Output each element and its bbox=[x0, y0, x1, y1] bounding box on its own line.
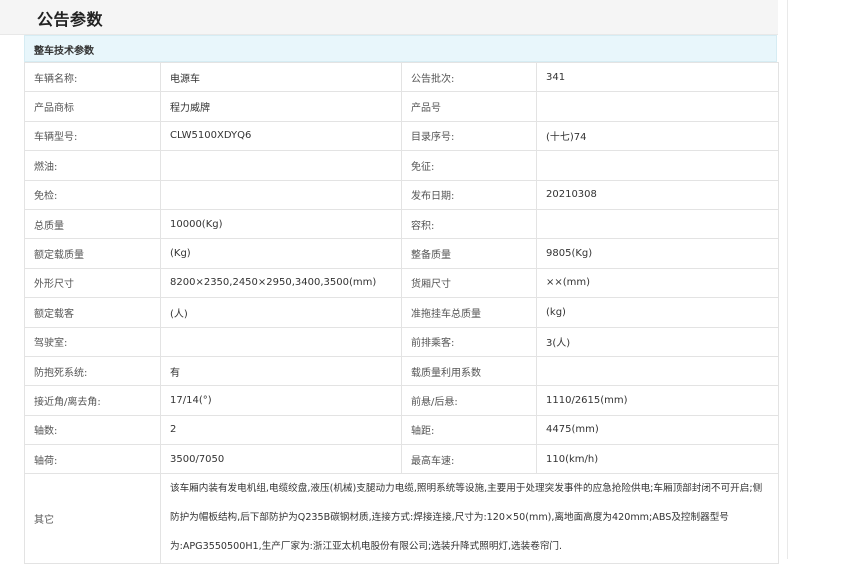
param-label: 轴距: bbox=[401, 414, 537, 446]
param-label: 额定载质量 bbox=[24, 238, 161, 269]
param-value: 2 bbox=[160, 414, 402, 446]
param-value: 1110/2615(mm) bbox=[536, 385, 779, 416]
param-value: 9805(Kg) bbox=[536, 238, 779, 269]
param-label: 最高车速: bbox=[401, 444, 537, 475]
other-value: 该车厢内装有发电机组,电缆绞盘,液压(机械)支腿动力电缆,照明系统等设施,主要用… bbox=[160, 473, 779, 564]
table-row: 车辆型号: CLW5100XDYQ6 目录序号: (十七)74 bbox=[24, 120, 779, 152]
section-title: 整车技术参数 bbox=[34, 46, 94, 57]
param-value: (kg) bbox=[536, 297, 779, 328]
spec-table-body: 车辆名称: 电源车 公告批次: 341 产品商标 程力威牌 产品号 车辆型号: CLW5100X… bbox=[24, 61, 779, 564]
param-label: 外形尺寸 bbox=[24, 267, 161, 299]
param-value: 110(km/h) bbox=[536, 444, 779, 475]
param-label: 车辆名称: bbox=[24, 61, 161, 93]
param-label: 额定载客 bbox=[24, 297, 161, 328]
param-label: 轴数: bbox=[24, 414, 161, 446]
param-value bbox=[536, 355, 779, 387]
table-row: 外形尺寸 8200×2350,2450×2950,3400,3500(mm) 货厢尺… bbox=[24, 267, 779, 299]
param-label: 产品商标 bbox=[24, 91, 161, 122]
param-value: 有 bbox=[160, 355, 402, 387]
param-label: 总质量 bbox=[24, 208, 161, 240]
param-label: 前排乘客: bbox=[401, 326, 537, 357]
param-value: (人) bbox=[160, 297, 402, 328]
param-label: 准拖挂车总质量 bbox=[401, 297, 537, 328]
spec-table: 车辆名称: 电源车 公告批次: 341 产品商标 程力威牌 产品号 车辆型号: CLW5100X… bbox=[24, 61, 779, 564]
param-label: 载质量利用系数 bbox=[401, 355, 537, 387]
param-value bbox=[160, 150, 402, 181]
param-label: 防抱死系统: bbox=[24, 355, 161, 387]
param-value: (十七)74 bbox=[536, 120, 779, 152]
param-value: CLW5100XDYQ6 bbox=[160, 120, 402, 152]
param-value: 电源车 bbox=[160, 61, 402, 93]
param-label: 整备质量 bbox=[401, 238, 537, 269]
table-row: 驾驶室: 前排乘客: 3(人) bbox=[24, 326, 779, 357]
table-row: 轴数: 2 轴距: 4475(mm) bbox=[24, 414, 779, 446]
table-row: 总质量 10000(Kg) 容积: bbox=[24, 208, 779, 240]
param-label: 公告批次: bbox=[401, 61, 537, 93]
param-value: 20210308 bbox=[536, 179, 779, 210]
table-row: 产品商标 程力威牌 产品号 bbox=[24, 91, 779, 122]
page-title: 公告参数 bbox=[37, 10, 104, 29]
other-label: 其它 bbox=[24, 473, 161, 564]
table-row: 额定载质量 (Kg) 整备质量 9805(Kg) bbox=[24, 238, 779, 269]
param-label: 接近角/离去角: bbox=[24, 385, 161, 416]
param-label: 货厢尺寸 bbox=[401, 267, 537, 299]
param-value bbox=[536, 208, 779, 240]
panel-header: 公告参数 bbox=[0, 0, 778, 35]
param-label: 目录序号: bbox=[401, 120, 537, 152]
param-value: 程力威牌 bbox=[160, 91, 402, 122]
param-label: 产品号 bbox=[401, 91, 537, 122]
param-value: (Kg) bbox=[160, 238, 402, 269]
param-value: 341 bbox=[536, 61, 779, 93]
param-value: ××(mm) bbox=[536, 267, 779, 299]
param-label: 轴荷: bbox=[24, 444, 161, 475]
param-value: 3(人) bbox=[536, 326, 779, 357]
section-header: 整车技术参数 bbox=[24, 35, 777, 62]
table-row: 轴荷: 3500/7050 最高车速: 110(km/h) bbox=[24, 444, 779, 475]
param-value: 4475(mm) bbox=[536, 414, 779, 446]
param-label: 车辆型号: bbox=[24, 120, 161, 152]
table-row: 接近角/离去角: 17/14(°) 前悬/后悬: 1110/2615(mm) bbox=[24, 385, 779, 416]
param-label: 驾驶室: bbox=[24, 326, 161, 357]
table-row-other: 其它 该车厢内装有发电机组,电缆绞盘,液压(机械)支腿动力电缆,照明系统等设施,… bbox=[24, 473, 779, 564]
param-label: 免检: bbox=[24, 179, 161, 210]
param-value: 8200×2350,2450×2950,3400,3500(mm) bbox=[160, 267, 402, 299]
param-label: 燃油: bbox=[24, 150, 161, 181]
table-row: 额定载客 (人) 准拖挂车总质量 (kg) bbox=[24, 297, 779, 328]
param-value bbox=[160, 179, 402, 210]
param-value bbox=[536, 150, 779, 181]
table-row: 免检: 发布日期: 20210308 bbox=[24, 179, 779, 210]
param-label: 前悬/后悬: bbox=[401, 385, 537, 416]
param-label: 免征: bbox=[401, 150, 537, 181]
param-label: 发布日期: bbox=[401, 179, 537, 210]
param-label: 容积: bbox=[401, 208, 537, 240]
param-value: 10000(Kg) bbox=[160, 208, 402, 240]
panel-divider bbox=[787, 0, 788, 559]
param-value: 17/14(°) bbox=[160, 385, 402, 416]
table-row: 燃油: 免征: bbox=[24, 150, 779, 181]
param-value: 3500/7050 bbox=[160, 444, 402, 475]
announcement-panel: 公告参数 整车技术参数 车辆名称: 电源车 公告批次: 341 产品商标 程力威牌 产品号车… bbox=[0, 0, 790, 564]
table-row: 防抱死系统: 有载质量利用系数 bbox=[24, 355, 779, 387]
param-value bbox=[160, 326, 402, 357]
table-row: 车辆名称: 电源车 公告批次: 341 bbox=[24, 61, 779, 93]
param-value bbox=[536, 91, 779, 122]
